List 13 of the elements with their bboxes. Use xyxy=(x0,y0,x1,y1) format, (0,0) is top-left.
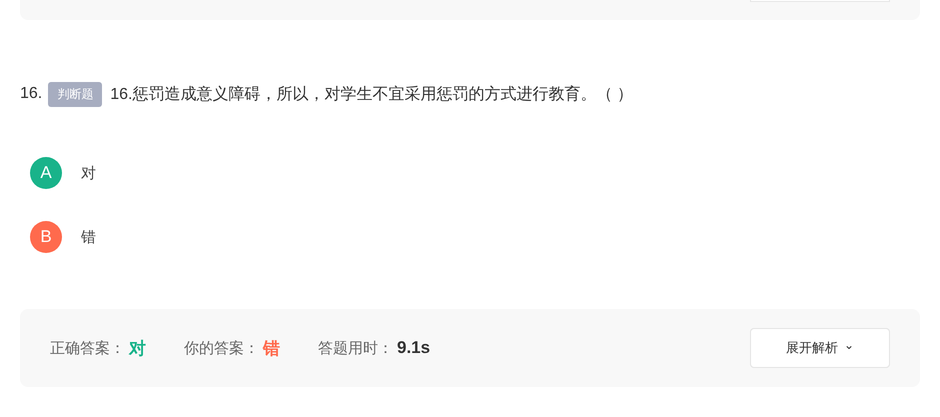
option-text[interactable]: 错 xyxy=(81,228,96,246)
result-label: 你的答案： xyxy=(184,338,259,358)
chevron-icon: ⌄ xyxy=(844,339,854,351)
answer-time: 9.1s xyxy=(397,338,430,358)
expand-analysis-button[interactable]: 展开解析 ⌄ xyxy=(750,328,890,368)
your-answer: 错 xyxy=(263,338,280,360)
question-text: 16.惩罚造成意义障碍，所以，对学生不宜采用惩罚的方式进行教育。（ ） xyxy=(110,84,633,104)
question-number: 16. xyxy=(20,85,42,103)
question-type-tag: 判断题 xyxy=(48,82,102,106)
result-label: 正确答案： xyxy=(50,338,125,358)
option-text[interactable]: 对 xyxy=(81,164,96,182)
result-label: 答题用时： xyxy=(318,338,393,358)
correct-answer: 对 xyxy=(129,338,146,360)
